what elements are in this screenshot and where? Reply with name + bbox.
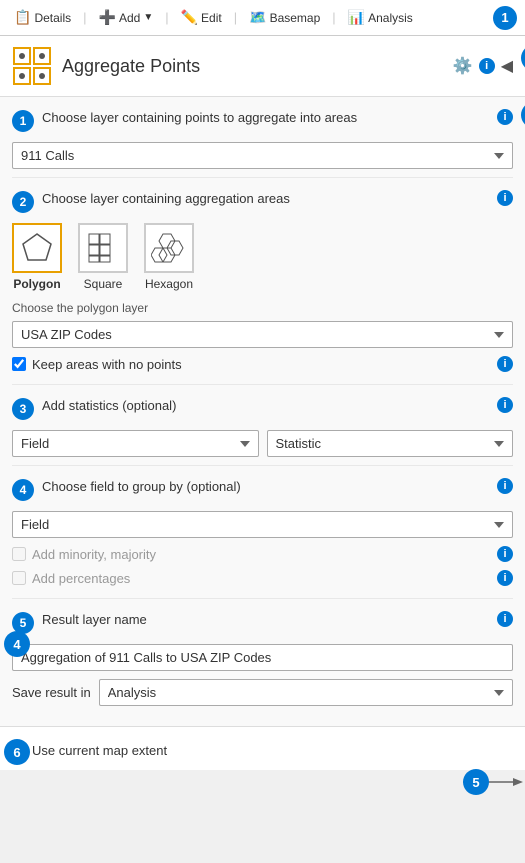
- step2-header: 2 Choose layer containing aggregation ar…: [12, 190, 513, 213]
- panel-title: Aggregate Points: [62, 56, 453, 77]
- analysis-label: Analysis: [368, 11, 413, 25]
- step3-badge: 3: [12, 398, 34, 420]
- toolbar: 📋 Details | ➕ Add ▼ | ✏️ Edit | 🗺️ Basem…: [0, 0, 525, 36]
- keep-areas-row: Keep areas with no points i: [12, 356, 513, 372]
- basemap-icon: 🗺️: [249, 9, 266, 26]
- current-extent-row: Use current map extent: [12, 743, 513, 758]
- step1-label: Choose layer containing points to aggreg…: [42, 109, 489, 127]
- area-type-chooser: Polygon: [12, 223, 513, 291]
- square-svg: [85, 230, 121, 266]
- back-icon[interactable]: ◀: [501, 56, 513, 76]
- save-result-row: Save result in Analysis: [12, 679, 513, 706]
- section-step1: 1 Choose layer containing points to aggr…: [12, 97, 513, 178]
- current-extent-label: Use current map extent: [32, 743, 513, 758]
- panel-body: 1 Choose layer containing points to aggr…: [0, 97, 525, 726]
- area-type-polygon[interactable]: Polygon: [12, 223, 62, 291]
- step5-label: Result layer name: [42, 611, 489, 629]
- annotation-5: 5: [463, 769, 489, 795]
- step2-label: Choose layer containing aggregation area…: [42, 190, 489, 208]
- section-step4: 4 Choose field to group by (optional) i …: [12, 466, 513, 599]
- settings-icon[interactable]: ⚙️: [453, 56, 473, 76]
- add-chevron-icon: ▼: [143, 12, 153, 23]
- minority-majority-info-icon[interactable]: i: [497, 546, 513, 562]
- keep-areas-label: Keep areas with no points: [32, 357, 491, 372]
- step3-info-icon[interactable]: i: [497, 397, 513, 413]
- percentages-info-icon[interactable]: i: [497, 570, 513, 586]
- square-label: Square: [84, 277, 123, 291]
- save-result-select[interactable]: Analysis: [99, 679, 513, 706]
- step1-badge: 1: [12, 110, 34, 132]
- add-label: Add: [119, 11, 140, 25]
- step2-badge: 2: [12, 191, 34, 213]
- analysis-icon: 📊: [348, 9, 365, 26]
- header-info-icon[interactable]: i: [479, 58, 495, 74]
- keep-areas-checkbox[interactable]: [12, 357, 26, 371]
- panel-header-actions: ⚙️ i ◀: [453, 56, 513, 76]
- step3-selects: Field Statistic: [12, 430, 513, 457]
- step4-badge: 4: [12, 479, 34, 501]
- hexagon-icon-wrapper: [144, 223, 194, 273]
- step3-field-select[interactable]: Field: [12, 430, 259, 457]
- step4-field-select[interactable]: Field: [12, 511, 513, 538]
- keep-areas-info-icon[interactable]: i: [497, 356, 513, 372]
- sep2: |: [165, 10, 168, 25]
- step2-info-icon[interactable]: i: [497, 190, 513, 206]
- section-step3: 3 Add statistics (optional) i Field Stat…: [12, 385, 513, 466]
- edit-icon: ✏️: [181, 9, 198, 26]
- step3-statistic-select[interactable]: Statistic: [267, 430, 514, 457]
- area-type-square[interactable]: Square: [78, 223, 128, 291]
- percentages-checkbox[interactable]: [12, 571, 26, 585]
- edit-label: Edit: [201, 11, 222, 25]
- toolbar-add[interactable]: ➕ Add ▼: [93, 6, 160, 29]
- sep4: |: [332, 10, 335, 25]
- section-step2: 2 Choose layer containing aggregation ar…: [12, 178, 513, 385]
- percentages-label: Add percentages: [32, 571, 491, 586]
- minority-majority-checkbox[interactable]: [12, 547, 26, 561]
- step3-label: Add statistics (optional): [42, 397, 489, 415]
- result-layer-name-input[interactable]: [12, 644, 513, 671]
- annotation-6: 6: [4, 739, 30, 765]
- annotation-5-container: 5: [463, 776, 523, 788]
- square-icon-wrapper: [78, 223, 128, 273]
- polygon-label: Polygon: [13, 277, 60, 291]
- sep1: |: [83, 10, 86, 25]
- step1-header: 1 Choose layer containing points to aggr…: [12, 109, 513, 132]
- main-panel: Aggregate Points ⚙️ i ◀ 1 Choose layer c…: [0, 36, 525, 770]
- polygon-icon-wrapper: [12, 223, 62, 273]
- step5-info-icon[interactable]: i: [497, 611, 513, 627]
- toolbar-basemap[interactable]: 🗺️ Basemap: [243, 6, 326, 29]
- step3-header: 3 Add statistics (optional) i: [12, 397, 513, 420]
- step1-layer-select[interactable]: 911 Calls: [12, 142, 513, 169]
- percentages-row: Add percentages i: [12, 570, 513, 586]
- sep3: |: [234, 10, 237, 25]
- panel-header: Aggregate Points ⚙️ i ◀: [0, 36, 525, 97]
- toolbar-edit[interactable]: ✏️ Edit: [175, 6, 228, 29]
- section-step5: 5 Result layer name i Save result in Ana…: [12, 599, 513, 714]
- hexagon-label: Hexagon: [145, 277, 193, 291]
- add-icon: ➕: [99, 9, 116, 26]
- step5-header: 5 Result layer name i: [12, 611, 513, 634]
- details-label: Details: [34, 11, 71, 25]
- step4-label: Choose field to group by (optional): [42, 478, 489, 496]
- step4-header: 4 Choose field to group by (optional) i: [12, 478, 513, 501]
- hexagon-svg: [151, 230, 187, 266]
- polygon-sublabel: Choose the polygon layer: [12, 301, 513, 315]
- step1-info-icon[interactable]: i: [497, 109, 513, 125]
- save-result-label: Save result in: [12, 685, 91, 700]
- basemap-label: Basemap: [270, 11, 321, 25]
- bottom-section: Use current map extent: [0, 726, 525, 770]
- app-container: 📋 Details | ➕ Add ▼ | ✏️ Edit | 🗺️ Basem…: [0, 0, 525, 770]
- area-type-hexagon[interactable]: Hexagon: [144, 223, 194, 291]
- minority-majority-label: Add minority, majority: [32, 547, 491, 562]
- aggregate-points-icon: [12, 46, 52, 86]
- step2-layer-select[interactable]: USA ZIP Codes: [12, 321, 513, 348]
- polygon-svg: [19, 230, 55, 266]
- toolbar-analysis[interactable]: 📊 Analysis: [342, 6, 419, 29]
- annotation-4: 4: [4, 631, 30, 657]
- toolbar-details[interactable]: 📋 Details: [8, 6, 77, 29]
- details-icon: 📋: [14, 9, 31, 26]
- minority-majority-row: Add minority, majority i: [12, 546, 513, 562]
- step4-info-icon[interactable]: i: [497, 478, 513, 494]
- toolbar-circle-btn[interactable]: 1: [493, 6, 517, 30]
